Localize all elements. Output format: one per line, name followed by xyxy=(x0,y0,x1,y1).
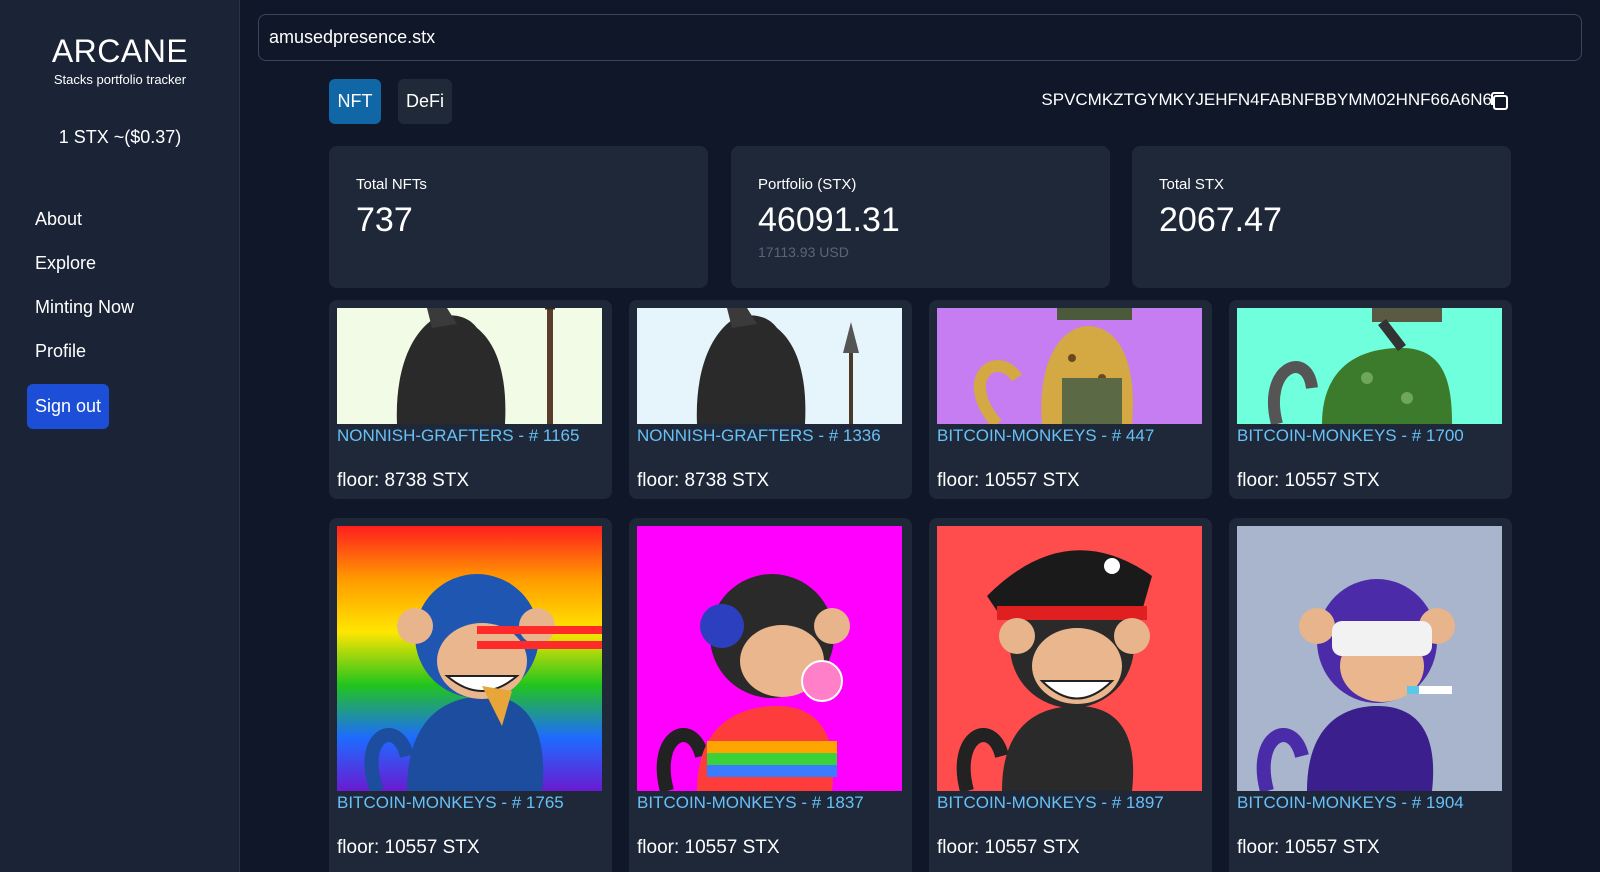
nft-floor: floor: 10557 STX xyxy=(1237,837,1380,858)
nft-title: NONNISH-GRAFTERS - # 1165 xyxy=(337,426,580,445)
nft-card[interactable]: NONNISH-GRAFTERS - # 1336 floor: 8738 ST… xyxy=(629,300,912,499)
stat-value: 2067.47 xyxy=(1159,201,1282,239)
nft-floor: floor: 10557 STX xyxy=(937,470,1080,491)
nft-card[interactable]: BITCOIN-MONKEYS - # 1897 floor: 10557 ST… xyxy=(929,518,1212,872)
nft-image xyxy=(937,526,1202,791)
brand-title: ARCANE xyxy=(51,33,189,69)
nft-floor: floor: 8738 STX xyxy=(637,470,770,491)
nft-title: BITCOIN-MONKEYS - # 447 xyxy=(937,426,1155,445)
stat-total-stx: Total STX 2067.47 xyxy=(1132,146,1511,288)
sidebar-nav: About Explore Minting Now Profile xyxy=(35,206,134,382)
brand-subtitle: Stacks portfolio tracker xyxy=(53,72,187,87)
tab-nft[interactable]: NFT xyxy=(329,79,381,124)
nft-image xyxy=(337,526,602,791)
brand: ARCANE Stacks portfolio tracker xyxy=(0,32,240,88)
nft-floor: floor: 10557 STX xyxy=(337,837,480,858)
nft-card[interactable]: BITCOIN-MONKEYS - # 1837 floor: 10557 ST… xyxy=(629,518,912,872)
stat-label: Total NFTs xyxy=(356,176,427,193)
stx-price: 1 STX ~($0.37) xyxy=(58,127,182,147)
stat-usd-value: 17113.93 USD xyxy=(758,244,849,260)
nav-profile[interactable]: Profile xyxy=(35,338,134,382)
stat-value: 737 xyxy=(356,201,413,239)
nft-floor: floor: 10557 STX xyxy=(937,837,1080,858)
app: ARCANE Stacks portfolio tracker 1 STX ~(… xyxy=(0,0,1600,872)
sidebar: ARCANE Stacks portfolio tracker 1 STX ~(… xyxy=(0,0,240,872)
nft-title: BITCOIN-MONKEYS - # 1765 xyxy=(337,793,564,812)
nft-title: BITCOIN-MONKEYS - # 1700 xyxy=(1237,426,1464,445)
nav-explore[interactable]: Explore xyxy=(35,250,134,294)
nft-image xyxy=(337,308,602,424)
nft-card[interactable]: BITCOIN-MONKEYS - # 1700 floor: 10557 ST… xyxy=(1229,300,1512,499)
nft-title: NONNISH-GRAFTERS - # 1336 xyxy=(637,426,881,445)
nav-minting-now[interactable]: Minting Now xyxy=(35,294,134,338)
nft-card[interactable]: BITCOIN-MONKEYS - # 447 floor: 10557 STX xyxy=(929,300,1212,499)
nft-card[interactable]: BITCOIN-MONKEYS - # 1765 floor: 10557 ST… xyxy=(329,518,612,872)
nft-floor: floor: 10557 STX xyxy=(1237,470,1380,491)
nft-floor: floor: 8738 STX xyxy=(337,470,470,491)
nft-image xyxy=(1237,526,1502,791)
nft-card[interactable]: BITCOIN-MONKEYS - # 1904 floor: 10557 ST… xyxy=(1229,518,1512,872)
stat-label: Portfolio (STX) xyxy=(758,176,857,193)
wallet-address: SPVCMKZTGYMKYJEHFN4FABNFBBYMM02HNF66A6N6 xyxy=(1041,90,1492,109)
nft-title: BITCOIN-MONKEYS - # 1837 xyxy=(637,793,864,812)
nft-title: BITCOIN-MONKEYS - # 1904 xyxy=(1237,793,1464,812)
nav-about[interactable]: About xyxy=(35,206,134,250)
nft-image xyxy=(637,308,902,424)
nft-image xyxy=(1237,308,1502,424)
sign-out-button[interactable]: Sign out xyxy=(27,384,109,429)
stat-total-nfts: Total NFTs 737 xyxy=(329,146,708,288)
copy-icon[interactable] xyxy=(1488,90,1510,112)
search-input[interactable]: amusedpresence.stx xyxy=(258,14,1582,61)
nft-card[interactable]: NONNISH-GRAFTERS - # 1165 floor: 8738 ST… xyxy=(329,300,612,499)
stat-label: Total STX xyxy=(1159,176,1225,193)
nft-image xyxy=(637,526,902,791)
tab-defi[interactable]: DeFi xyxy=(398,79,452,124)
stat-portfolio: Portfolio (STX) 46091.31 17113.93 USD xyxy=(731,146,1110,288)
nft-title: BITCOIN-MONKEYS - # 1897 xyxy=(937,793,1164,812)
stat-value: 46091.31 xyxy=(758,201,900,239)
nft-image xyxy=(937,308,1202,424)
nft-floor: floor: 10557 STX xyxy=(637,837,780,858)
